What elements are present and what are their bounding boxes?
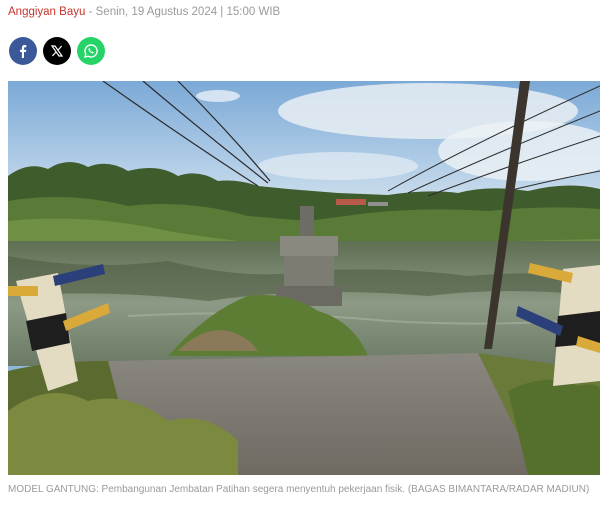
whatsapp-icon: [84, 44, 98, 58]
author-name[interactable]: Anggiyan Bayu: [8, 6, 85, 18]
share-x-button[interactable]: [43, 37, 71, 65]
share-facebook-button[interactable]: [9, 37, 37, 65]
byline-separator: -: [88, 6, 93, 18]
photo-caption: MODEL GANTUNG: Pembangunan Jembatan Pati…: [8, 484, 590, 495]
article-byline: Anggiyan Bayu - Senin, 19 Agustus 2024 |…: [8, 5, 280, 19]
facebook-icon: [20, 45, 27, 58]
share-whatsapp-button[interactable]: [77, 37, 105, 65]
publish-datetime: Senin, 19 Agustus 2024 | 15:00 WIB: [95, 6, 281, 18]
article-photo: [8, 81, 600, 475]
share-bar: [9, 37, 105, 65]
broken-bridge-photo: [8, 81, 600, 475]
x-icon: [51, 45, 63, 57]
